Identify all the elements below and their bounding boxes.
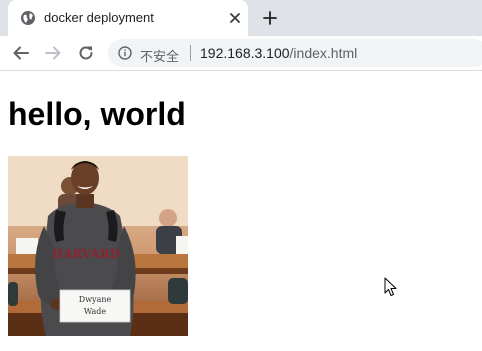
reload-icon[interactable] bbox=[77, 44, 95, 62]
page-image: HARVARD Dwyane Wade bbox=[8, 156, 188, 336]
tab-title: docker deployment bbox=[44, 10, 154, 25]
url-path: /index.html bbox=[289, 45, 358, 61]
browser-tab[interactable]: docker deployment bbox=[8, 0, 248, 36]
address-bar[interactable]: 不安全 192.168.3.100/index.html bbox=[108, 39, 482, 67]
arrow-right-icon[interactable] bbox=[44, 44, 62, 62]
name-card-line1: Dwyane bbox=[79, 295, 112, 304]
name-card-line2: Wade bbox=[84, 307, 106, 316]
globe-icon bbox=[21, 11, 35, 25]
page-heading: hello, world bbox=[8, 96, 186, 132]
info-icon[interactable] bbox=[118, 46, 132, 60]
browser-toolbar: 不安全 192.168.3.100/index.html bbox=[0, 36, 482, 71]
mouse-cursor-icon bbox=[384, 277, 397, 296]
security-status-label[interactable]: 不安全 bbox=[140, 46, 179, 65]
address-bar-divider bbox=[190, 45, 191, 61]
arrow-left-icon[interactable] bbox=[12, 44, 30, 62]
tab-strip: docker deployment bbox=[0, 0, 482, 36]
plus-icon[interactable] bbox=[262, 10, 278, 26]
close-icon[interactable] bbox=[228, 11, 242, 25]
url-text[interactable]: 192.168.3.100/index.html bbox=[200, 45, 357, 61]
url-host: 192.168.3.100 bbox=[200, 45, 290, 61]
shirt-text: HARVARD bbox=[52, 247, 120, 261]
person-photo: HARVARD Dwyane Wade bbox=[8, 156, 188, 336]
